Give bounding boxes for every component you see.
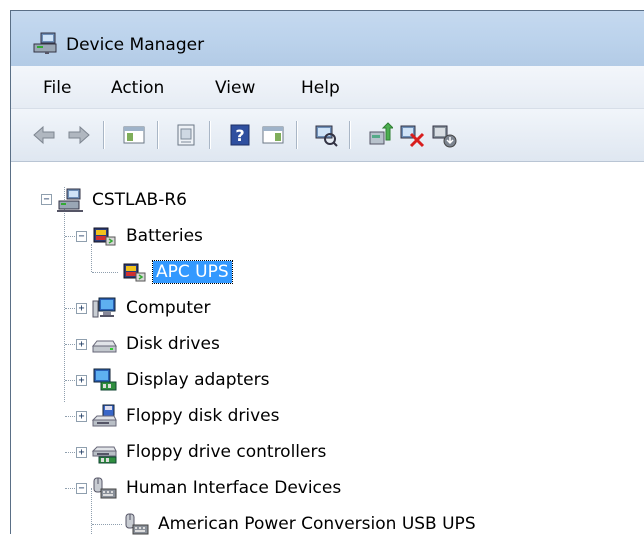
properties-icon[interactable]	[173, 122, 199, 148]
floppy-drive-icon	[91, 403, 117, 429]
action-pane-icon[interactable]	[260, 122, 286, 148]
toolbar-separator	[103, 121, 104, 149]
tree-item-floppy-drive-controllers[interactable]: Floppy drive controllers	[91, 437, 329, 467]
help-icon[interactable]: ?	[227, 122, 253, 148]
hid-icon	[123, 511, 149, 537]
tree-item-label: Batteries	[126, 226, 203, 246]
toolbar-separator	[209, 121, 210, 149]
expand-toggle[interactable]: +	[76, 411, 87, 422]
toolbar-separator	[157, 121, 158, 149]
back-icon[interactable]	[31, 122, 57, 148]
tree-item-batteries[interactable]: Batteries	[91, 221, 206, 251]
title-bar[interactable]: Device Manager	[11, 11, 644, 66]
disable-icon[interactable]	[431, 122, 457, 148]
tree-item-label: APC UPS	[152, 260, 233, 284]
toolbar-separator	[296, 121, 297, 149]
menu-action[interactable]: Action	[107, 76, 168, 100]
svg-text:?: ?	[235, 126, 244, 145]
battery-icon	[91, 223, 117, 249]
menu-bar: File Action View Help	[11, 66, 644, 109]
device-manager-icon	[33, 31, 59, 55]
tree-item-label: Human Interface Devices	[126, 478, 342, 498]
update-driver-icon[interactable]	[367, 122, 393, 148]
show-hide-console-tree-icon[interactable]	[121, 122, 147, 148]
menu-view[interactable]: View	[211, 76, 259, 100]
tree-item-label: Floppy drive controllers	[126, 442, 327, 462]
collapse-toggle[interactable]: −	[76, 231, 87, 242]
tree-item-floppy-disk-drives[interactable]: Floppy disk drives	[91, 401, 282, 431]
tree-item-label: Floppy disk drives	[126, 406, 280, 426]
tree-item-label: Display adapters	[126, 370, 270, 390]
tree-item-label: Disk drives	[126, 334, 220, 354]
scan-hardware-icon[interactable]	[313, 122, 339, 148]
display-adapter-icon	[91, 367, 117, 393]
tree-line	[64, 187, 65, 402]
tree-item-computer[interactable]: Computer	[91, 293, 214, 323]
toolbar: ?	[11, 109, 644, 162]
collapse-toggle[interactable]: −	[41, 194, 52, 205]
menu-help[interactable]: Help	[297, 76, 344, 100]
computer-icon	[91, 295, 117, 321]
tree-item-display-adapters[interactable]: Display adapters	[91, 365, 272, 395]
expand-toggle[interactable]: +	[76, 303, 87, 314]
tree-line	[92, 524, 122, 525]
hid-icon	[91, 475, 117, 501]
device-tree[interactable]: − CSTLAB-R6 − Batteries APC UPS + Comput…	[11, 162, 644, 535]
tree-item-american-power-conversion-usb-ups[interactable]: American Power Conversion USB UPS	[123, 509, 479, 539]
floppy-controller-icon	[91, 439, 117, 465]
tree-item-label: Computer	[126, 298, 211, 318]
tree-item-label: American Power Conversion USB UPS	[158, 514, 476, 534]
tree-item-root[interactable]: CSTLAB-R6	[57, 185, 190, 215]
collapse-toggle[interactable]: −	[76, 483, 87, 494]
forward-icon[interactable]	[66, 122, 92, 148]
disk-drive-icon	[91, 331, 117, 357]
computer-network-icon	[57, 187, 83, 213]
battery-icon	[121, 259, 147, 285]
tree-item-disk-drives[interactable]: Disk drives	[91, 329, 223, 359]
expand-toggle[interactable]: +	[76, 375, 87, 386]
tree-item-apc-ups[interactable]: APC UPS	[121, 257, 233, 287]
expand-toggle[interactable]: +	[76, 447, 87, 458]
toolbar-separator	[349, 121, 350, 149]
tree-item-label: CSTLAB-R6	[92, 190, 187, 210]
uninstall-icon[interactable]	[399, 122, 425, 148]
tree-item-human-interface-devices[interactable]: Human Interface Devices	[91, 473, 344, 503]
expand-toggle[interactable]: +	[76, 339, 87, 350]
tree-line	[92, 272, 118, 273]
menu-file[interactable]: File	[39, 76, 75, 100]
device-manager-window: Device Manager File Action View Help ? −…	[10, 10, 644, 535]
window-title: Device Manager	[66, 35, 205, 55]
